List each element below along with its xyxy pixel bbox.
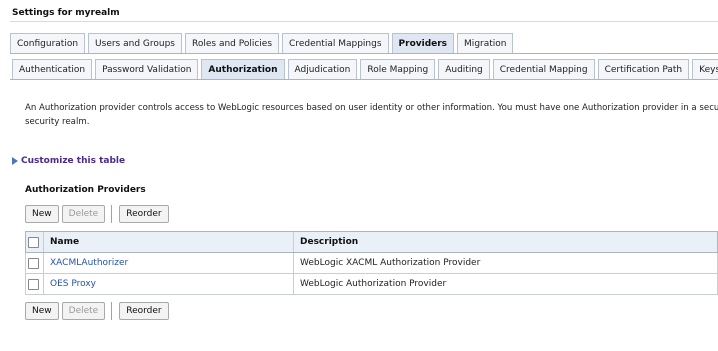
new-button[interactable]: New [25,205,59,223]
provider-name-cell: OES Proxy [44,274,294,294]
table-toolbar-top: New Delete Reorder [25,205,169,223]
subtab-role-mapping[interactable]: Role Mapping [360,59,436,80]
row-select-cell [26,253,44,273]
provider-name-link[interactable]: XACMLAuthorizer [50,258,128,268]
subtab-authentication[interactable]: Authentication [12,59,93,80]
delete-button[interactable]: Delete [61,302,106,320]
subtab-authorization[interactable]: Authorization [201,59,285,80]
subtab-auditing[interactable]: Auditing [438,59,490,80]
customize-table-link[interactable]: Customize this table [12,156,125,166]
description-line-2: security realm. [25,117,90,127]
row-checkbox[interactable] [28,257,39,269]
subtab-keystores[interactable]: Keystores [692,59,718,80]
providers-table: Name Description XACMLAuthorizer WebLogi… [25,231,718,295]
column-header-description[interactable]: Description [294,232,717,252]
table-row: XACMLAuthorizer WebLogic XACML Authoriza… [25,253,718,274]
page-description: An Authorization provider controls acces… [25,101,718,129]
select-all-cell [26,232,44,252]
provider-name-cell: XACMLAuthorizer [44,253,294,273]
column-header-name[interactable]: Name [44,232,294,252]
delete-button[interactable]: Delete [61,205,106,223]
provider-tab-bar: Authentication Password Validation Autho… [12,59,718,80]
row-select-cell [26,274,44,294]
reorder-button[interactable]: Reorder [119,302,169,320]
expand-triangle-icon [12,157,18,165]
toolbar-separator [111,205,113,223]
main-tab-bar: Configuration Users and Groups Roles and… [10,33,516,54]
subtab-certification-path[interactable]: Certification Path [597,59,690,80]
tab-providers[interactable]: Providers [391,33,455,54]
tab-roles-and-policies[interactable]: Roles and Policies [185,33,280,54]
provider-description-cell: WebLogic XACML Authorization Provider [300,258,481,268]
tab-migration[interactable]: Migration [457,33,514,54]
subtab-adjudication[interactable]: Adjudication [287,59,358,80]
subtab-divider [10,79,718,80]
table-toolbar-bottom: New Delete Reorder [25,302,169,320]
tab-credential-mappings[interactable]: Credential Mappings [282,33,389,54]
table-header: Name Description [25,231,718,253]
table-row: OES Proxy WebLogic Authorization Provide… [25,274,718,295]
subtab-password-validation[interactable]: Password Validation [95,59,199,80]
customize-table-label: Customize this table [21,156,126,166]
reorder-button[interactable]: Reorder [119,205,169,223]
toolbar-separator [111,302,113,320]
subtab-credential-mapping[interactable]: Credential Mapping [492,59,595,80]
description-line-1: An Authorization provider controls acces… [25,103,718,113]
new-button[interactable]: New [25,302,59,320]
provider-name-link[interactable]: OES Proxy [50,279,96,289]
row-checkbox[interactable] [28,278,39,290]
tab-divider [10,53,718,54]
section-title: Authorization Providers [25,185,146,195]
page-title: Settings for myrealm [10,6,718,22]
select-all-checkbox[interactable] [28,236,39,248]
provider-description-cell: WebLogic Authorization Provider [300,279,447,289]
tab-users-and-groups[interactable]: Users and Groups [88,33,182,54]
tab-configuration[interactable]: Configuration [10,33,86,54]
